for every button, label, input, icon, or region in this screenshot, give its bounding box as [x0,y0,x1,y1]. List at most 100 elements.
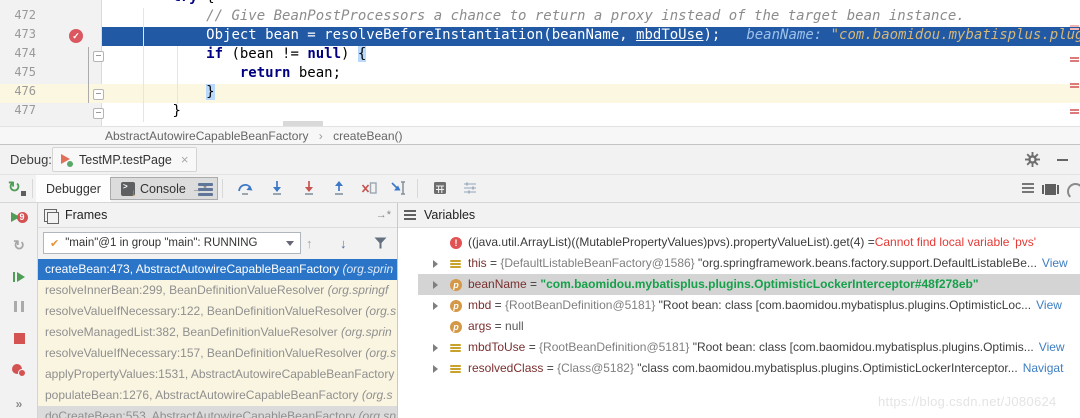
error-stripe-mark[interactable] [1070,83,1079,89]
stack-frame-row[interactable]: applyPropertyValues:1531, AbstractAutowi… [38,364,397,385]
fold-marker-icon[interactable] [93,51,104,62]
code-line[interactable]: try { [105,0,215,8]
debug-session-tab[interactable]: TestMP.testPage × [52,147,197,172]
toolbar-separator [32,179,33,198]
memory-view-icon[interactable] [1045,183,1056,195]
breadcrumb: AbstractAutowireCapableBeanFactory › cre… [0,126,1080,144]
settings-gear-icon[interactable] [1025,152,1040,167]
error-stripe-mark[interactable] [1070,109,1079,115]
parameter-icon: p [450,321,462,333]
variables-panel-icon [404,210,416,220]
thread-status-icon: ✔ [50,237,59,250]
value-link[interactable]: View [1039,337,1065,358]
breadcrumb-class[interactable]: AbstractAutowireCapableBeanFactory [105,129,308,143]
breadcrumb-separator: › [319,129,323,143]
hide-window-icon[interactable] [1057,159,1068,161]
filter-frames-icon[interactable] [374,237,387,249]
stack-frame-row[interactable]: createBean:473, AbstractAutowireCapableB… [38,259,397,280]
view-options-icon[interactable] [462,180,478,196]
error-stripe-mark[interactable] [1070,57,1079,63]
line-number[interactable]: 474 [0,46,36,65]
stack-frame-row[interactable]: resolveValueIfNecessary:157, BeanDefinit… [38,343,397,364]
next-frame-icon[interactable]: ↓ [340,236,347,251]
close-icon[interactable]: × [181,153,189,166]
debug-tool-window: Debug: TestMP.testPage × ↻ Debugger >↓ C… [0,144,1080,418]
stack-frame-row[interactable]: resolveValueIfNecessary:122, BeanDefinit… [38,301,397,322]
debug-tab-row: Debug: TestMP.testPage × [0,145,1080,175]
line-number[interactable]: 476 [0,84,36,103]
force-step-into-icon[interactable] [301,180,317,196]
variable-row[interactable]: pargs = null [418,316,1080,337]
expand-chevron-icon[interactable] [433,302,438,310]
fold-marker-icon[interactable] [93,89,104,100]
chevron-down-icon [286,241,294,246]
variable-icon [450,364,461,374]
line-number[interactable]: 471 [0,0,36,8]
stack-frame-row[interactable]: resolveManagedList:382, BeanDefinitionVa… [38,322,397,343]
variables-panel: Variables !((java.util.ArrayList)((Mutab… [398,203,1080,418]
debugger-content: 9 ↻ » [0,203,1080,418]
breadcrumb-method[interactable]: createBean() [333,129,402,143]
variable-row[interactable]: !((java.util.ArrayList)((MutableProperty… [418,232,1080,253]
stack-frame-row[interactable]: doCreateBean:553, AbstractAutowireCapabl… [38,406,397,418]
variable-row[interactable]: mbdToUse = {RootBeanDefinition@5181} "Ro… [418,337,1080,358]
code-line[interactable]: return bean; [105,65,341,84]
step-into-icon[interactable] [269,180,285,196]
evaluate-expression-icon[interactable] [432,180,448,196]
rerun-failed-tests-icon: ↻ [0,237,38,254]
expand-chevron-icon[interactable] [433,281,438,289]
resume-program-icon[interactable] [0,269,38,287]
error-stripe-mark[interactable] [1070,25,1079,31]
code-line[interactable]: } [105,103,181,122]
error-icon: ! [450,237,462,249]
overhead-icon[interactable] [1067,183,1080,200]
pause-program-icon [0,299,38,317]
layout-menu-icon[interactable] [198,183,213,198]
value-link[interactable]: View [1042,253,1068,274]
value-link[interactable]: Navigat [1023,358,1064,379]
thread-label: "main"@1 in group "main": RUNNING [65,237,282,249]
tab-debugger[interactable]: Debugger [36,175,111,202]
line-number[interactable]: 475 [0,65,36,84]
variable-row[interactable]: resolvedClass = {Class@5182} "class com.… [418,358,1080,379]
toolbar-separator [417,179,418,198]
thread-dropdown[interactable]: ✔ "main"@1 in group "main": RUNNING [43,232,301,254]
code-editor[interactable]: 471 try { 472 // Give BeanPostProcessors … [0,0,1080,126]
thread-row: ✔ "main"@1 in group "main": RUNNING ↑ ↓ [38,228,397,259]
run-to-cursor-icon[interactable] [391,180,407,196]
debug-window-label: Debug: [10,152,52,167]
debug-left-toolbar: 9 ↻ » [0,203,38,418]
expand-chevron-icon[interactable] [433,260,438,268]
drop-frame-icon[interactable] [361,180,377,196]
code-line[interactable]: // Give BeanPostProcessors a chance to r… [105,8,965,27]
line-number[interactable]: 473 [0,27,36,46]
focus-icon[interactable]: →* [376,209,391,221]
rerun-button[interactable]: ↻ [8,179,26,197]
fold-marker-icon[interactable] [93,108,104,119]
parameter-icon: p [450,279,462,291]
line-number[interactable]: 477 [0,103,36,122]
expand-chevron-icon[interactable] [433,365,438,373]
variable-row[interactable]: this = {DefaultListableBeanFactory@1586}… [418,253,1080,274]
layout-lines-icon[interactable] [1022,183,1034,195]
expand-chevron-icon[interactable] [433,344,438,352]
show-execution-point-icon[interactable]: 9 [0,209,38,227]
code-line[interactable]: } [105,84,215,103]
line-number[interactable]: 472 [0,8,36,27]
step-out-icon[interactable] [331,180,347,196]
inline-debugger-hint: beanName: [746,27,830,43]
variable-row[interactable]: pbeanName = "com.baomidou.mybatisplus.pl… [418,274,1080,295]
code-line[interactable]: if (bean != null) { [105,46,366,65]
stack-frame-row[interactable]: populateBean:1276, AbstractAutowireCapab… [38,385,397,406]
breakpoint-icon[interactable]: ✓ [69,29,83,43]
more-actions-icon[interactable]: » [0,397,38,411]
stop-icon[interactable] [0,331,38,349]
prev-frame-icon[interactable]: ↑ [306,236,313,251]
view-breakpoints-icon[interactable] [0,364,38,382]
value-link[interactable]: View [1036,295,1062,316]
variable-row[interactable]: pmbd = {RootBeanDefinition@5181} "Root b… [418,295,1080,316]
step-over-icon[interactable] [237,180,253,196]
code-line[interactable]: Object bean = resolveBeforeInstantiation… [105,27,1080,46]
stack-frame-row[interactable]: resolveInnerBean:299, BeanDefinitionValu… [38,280,397,301]
scope-guide [88,47,89,103]
